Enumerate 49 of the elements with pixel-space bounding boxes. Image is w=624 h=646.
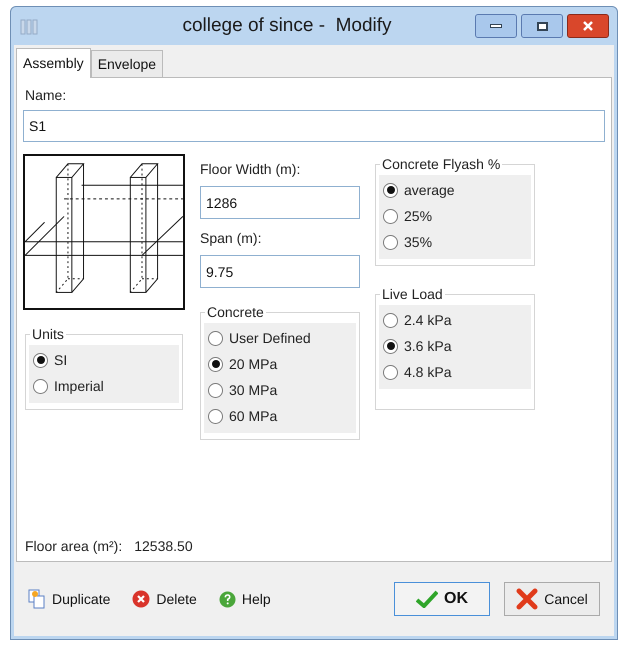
tab[interactable]: Assembly (16, 48, 91, 78)
cancel-button[interactable]: Cancel (504, 582, 600, 616)
floor-area-value: 12538.50 (134, 537, 193, 556)
radio-label: 60 MPa (229, 406, 278, 426)
toolbar-button[interactable]: Delete (132, 588, 197, 610)
toolbar-button[interactable]: Duplicate (28, 588, 110, 610)
field-label: Name: (24, 86, 68, 104)
name-field[interactable]: S1 (23, 110, 605, 142)
radio-button[interactable] (208, 382, 223, 398)
radio-button[interactable] (208, 330, 223, 346)
floor-area-label: Floor area (m²): (25, 537, 122, 556)
field-label: Span (m): (200, 229, 262, 247)
delete-icon (132, 590, 150, 608)
window-title: college of since - Modify (181, 14, 393, 38)
field-label: Floor Width (m): (200, 160, 302, 178)
radio-label: 30 MPa (229, 380, 278, 400)
radio-label: 20 MPa (229, 354, 278, 374)
radio-label: 25% (404, 206, 432, 226)
radio-label: SI (54, 350, 68, 370)
radio-label: Imperial (54, 376, 104, 396)
checkmark-icon (416, 590, 438, 608)
radio-button[interactable] (383, 208, 398, 224)
radio-button[interactable] (383, 364, 398, 380)
maximize-button[interactable] (521, 14, 563, 38)
radio-button[interactable] (383, 338, 398, 354)
radio-button[interactable] (33, 352, 48, 368)
radio-label: 3.6 kPa (404, 336, 452, 356)
floor-width-field[interactable]: 1286 (200, 186, 360, 219)
ok-button[interactable]: OK (394, 582, 490, 616)
copy-icon (28, 589, 46, 609)
radio-label: average (404, 180, 455, 200)
radio-button[interactable] (383, 312, 398, 328)
tab[interactable]: Envelope (90, 50, 164, 77)
radio-label: 2.4 kPa (404, 310, 452, 330)
span-field[interactable]: 9.75 (200, 255, 360, 288)
cross-icon (516, 588, 538, 610)
radio-label: User Defined (229, 328, 311, 348)
close-button[interactable] (567, 14, 609, 38)
minimize-button[interactable] (475, 14, 517, 38)
radio-button[interactable] (383, 182, 398, 198)
close-icon (582, 20, 594, 32)
radio-label: 35% (404, 232, 432, 252)
help-icon (218, 590, 236, 608)
toolbar-button[interactable]: Help (218, 588, 271, 610)
radio-button[interactable] (33, 378, 48, 394)
radio-label: 4.8 kPa (404, 362, 452, 382)
radio-button[interactable] (208, 356, 223, 372)
radio-button[interactable] (383, 234, 398, 250)
radio-button[interactable] (208, 408, 223, 424)
